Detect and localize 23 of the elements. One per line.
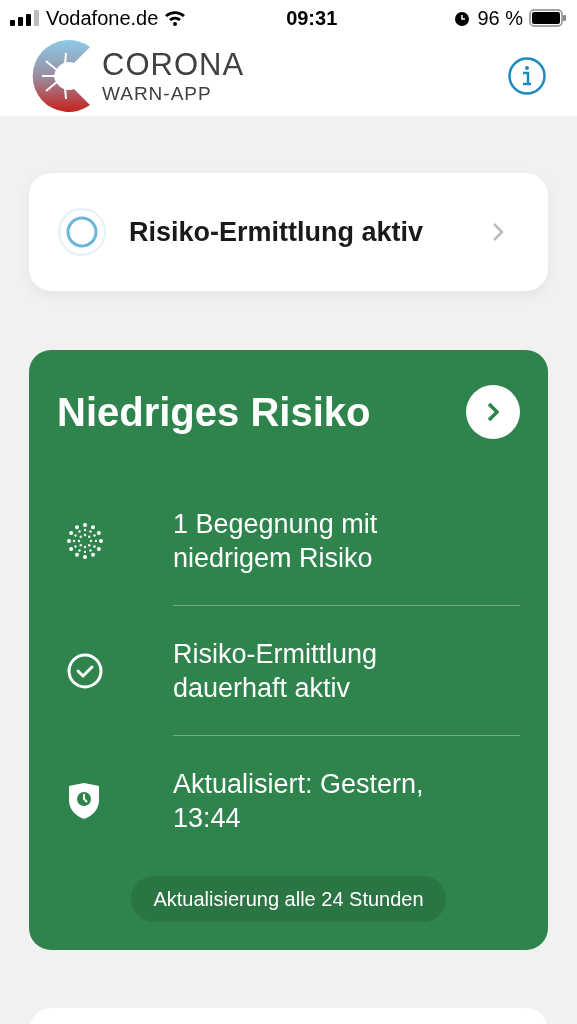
encounters-icon (67, 523, 103, 559)
logo-title: CORONA (102, 49, 245, 80)
risk-detail-text: 1 Begegnung mit niedrigem Risiko (173, 507, 379, 575)
battery-icon (529, 9, 567, 27)
chevron-icon (492, 222, 504, 242)
tracing-status-card[interactable]: Risiko-Ermittlung aktiv (29, 173, 548, 291)
signal-icon (10, 10, 40, 26)
update-interval-badge: Aktualisierung alle 24 Stunden (131, 876, 446, 922)
risk-title: Niedriges Risiko (57, 389, 371, 436)
risk-details-button[interactable] (466, 385, 520, 439)
clock-time: 09:31 (285, 6, 339, 31)
info-icon[interactable] (507, 56, 547, 96)
check-circle-icon (67, 653, 103, 689)
carrier-name: Vodafone.de (46, 6, 159, 31)
shield-clock-icon (67, 782, 101, 820)
chevron-icon (486, 401, 500, 423)
risk-detail-text: Risiko-Ermittlung dauerhaft aktiv (173, 637, 379, 705)
battery-percent: 96 % (477, 6, 523, 31)
logo-subtitle: WARN-APP (102, 84, 213, 103)
tracing-ring-icon (57, 207, 107, 257)
wifi-icon (164, 10, 187, 26)
alarm-icon (453, 9, 472, 27)
risk-detail-text: Aktualisiert: Gestern, 13:44 (173, 768, 425, 835)
